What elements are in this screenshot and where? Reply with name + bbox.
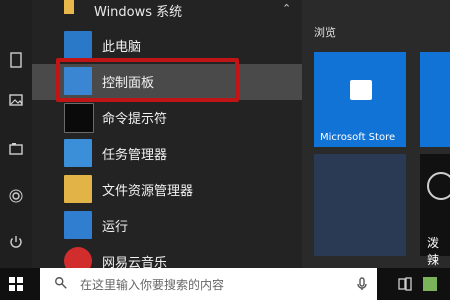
partial-tile[interactable] [420,52,450,147]
task-view-icon[interactable] [396,275,414,293]
app-command-prompt[interactable]: 命令提示符 [32,100,302,136]
app-label: 此电脑 [102,40,142,55]
start-button[interactable] [0,268,32,300]
start-left-rail [0,0,32,268]
start-tiles-panel: 浏览 Microsoft Store 泼辣 [302,0,450,268]
pictures-icon[interactable] [0,84,32,116]
app-file-explorer[interactable]: 文件资源管理器 [32,172,302,208]
tile-label: Microsoft Store [320,132,396,143]
file-explorer-app-icon [64,175,92,203]
red-highlight-box [56,58,239,102]
search-icon [55,277,67,289]
command-prompt-icon [64,103,94,133]
group-label: Windows 系统 [94,5,183,20]
windows-logo-icon [9,277,23,291]
folder-icon [64,0,74,14]
taskbar-app-icon[interactable] [420,274,440,294]
app-group-header[interactable]: Windows 系统 ⌃ [32,0,302,22]
app-run[interactable]: 运行 [32,208,302,244]
taskbar: 在这里输入你要搜索的内容 [0,268,450,300]
app-task-manager[interactable]: 任务管理器 [32,136,302,172]
partial-tile-label: 泼辣 [427,236,440,267]
microphone-icon[interactable] [354,276,370,292]
taskbar-search[interactable]: 在这里输入你要搜索的内容 [40,268,377,300]
app-label: 命令提示符 [102,112,168,127]
store-bag-icon [350,80,372,100]
this-pc-icon [64,31,92,59]
chevron-up-icon[interactable]: ⌃ [282,2,291,15]
file-explorer-icon[interactable] [0,133,32,165]
app-control-panel[interactable]: 控制面板 [32,58,302,102]
app-label: 文件资源管理器 [102,184,194,199]
ring-icon [427,172,450,200]
search-placeholder: 在这里输入你要搜索的内容 [80,278,225,292]
tiles-section-title: 浏览 [314,26,336,39]
start-app-list: Windows 系统 ⌃ 此电脑 控制面板 命令提示符 任务管理器 文件资源管理… [32,0,302,275]
documents-icon[interactable] [0,44,32,76]
run-icon [64,211,92,239]
settings-gear-icon[interactable] [0,180,32,212]
power-icon[interactable] [0,226,32,258]
task-manager-icon [64,139,92,167]
app-label: 运行 [102,220,129,235]
dark-tile[interactable] [314,154,406,256]
microsoft-store-tile[interactable]: Microsoft Store [314,52,406,147]
app-label: 任务管理器 [102,148,168,163]
